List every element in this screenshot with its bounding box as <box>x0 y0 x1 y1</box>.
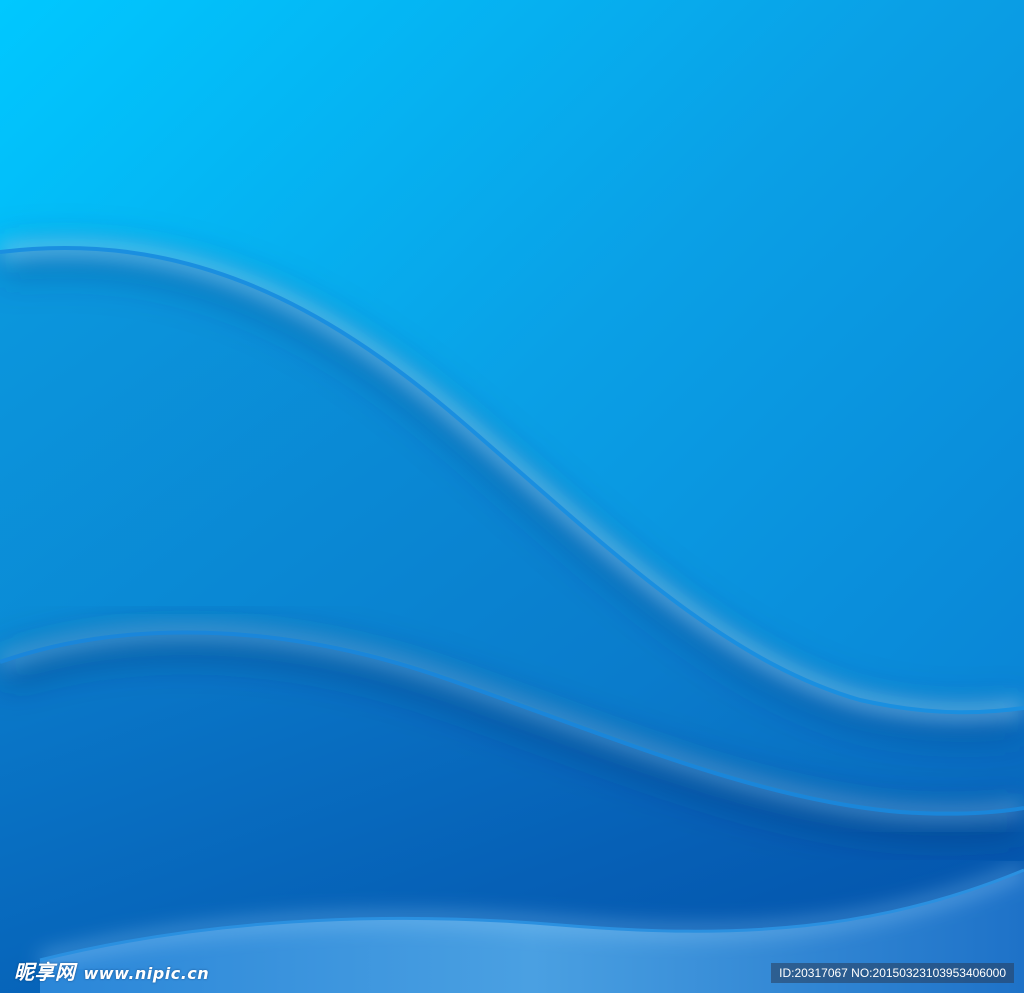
wave-artwork <box>0 0 1024 993</box>
wave-background: 昵享网 www.nipic.cn ID:20317067 NO:20150323… <box>0 0 1024 993</box>
watermark-brand: 昵享网 <box>14 960 76 984</box>
watermark-logo: 昵享网 www.nipic.cn <box>14 956 209 985</box>
watermark-id: ID:20317067 NO:20150323103953406000 <box>771 963 1014 983</box>
watermark-url: www.nipic.cn <box>83 964 210 983</box>
